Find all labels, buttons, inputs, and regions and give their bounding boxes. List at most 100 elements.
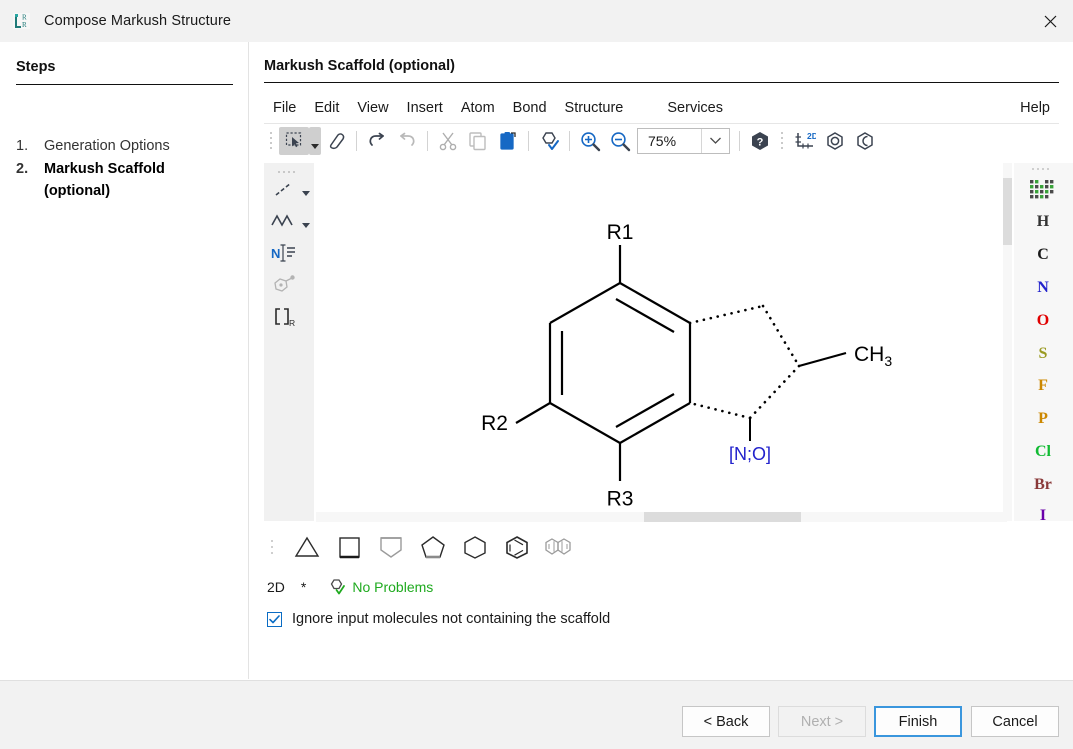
element-h[interactable]: H (1024, 209, 1062, 235)
element-i[interactable]: I (1024, 503, 1062, 529)
step-label-optional: (optional) (44, 180, 165, 202)
step-number: 1. (16, 135, 44, 157)
label-r2: R2 (481, 412, 508, 435)
sidebar-step-markush-scaffold[interactable]: 2. Markush Scaffold (optional) (16, 158, 165, 202)
label-r3: R3 (607, 487, 634, 510)
redo-icon[interactable] (392, 127, 422, 155)
canvas-vertical-scrollbar-thumb[interactable] (1003, 178, 1012, 245)
toolbar-grip[interactable] (266, 130, 276, 152)
canvas-horizontal-scrollbar[interactable] (316, 512, 1007, 522)
title-bar: R R Compose Markush Structure (0, 0, 1073, 42)
check-icon (269, 615, 280, 624)
chevron-down-icon[interactable] (701, 129, 729, 153)
step-label: Markush Scaffold (44, 158, 165, 180)
element-br[interactable]: Br (1024, 472, 1062, 498)
r-group-bracket-icon[interactable]: R (268, 303, 300, 331)
cyclobutane-square-icon[interactable] (328, 530, 370, 564)
window-title: Compose Markush Structure (44, 13, 231, 29)
chain-bond-chevron-down-icon[interactable] (300, 207, 312, 235)
naphthalene-icon[interactable] (538, 530, 580, 564)
menu-atom[interactable]: Atom (452, 97, 504, 119)
toolbar-grip-2[interactable] (777, 130, 787, 152)
select-rectangle-icon[interactable] (279, 127, 309, 155)
ignore-non-matching-option[interactable]: Ignore input molecules not containing th… (267, 608, 610, 630)
menu-services[interactable]: Services (658, 97, 732, 119)
svg-text:2D: 2D (807, 131, 816, 141)
menu-help[interactable]: Help (1011, 97, 1059, 119)
label-n-or-o: [N;O] (729, 444, 771, 464)
element-p[interactable]: P (1024, 406, 1062, 432)
structure-check-icon (328, 579, 346, 595)
steps-divider (16, 84, 233, 85)
element-c[interactable]: C (1024, 242, 1062, 268)
periodic-table-icon[interactable] (1024, 177, 1062, 203)
markush-scaffold-structure[interactable]: R1 R2 R3 CH3 [N;O] (316, 163, 1007, 521)
clean-2d-icon[interactable]: 2D (790, 127, 820, 155)
canvas-horizontal-scrollbar-thumb[interactable] (644, 512, 801, 522)
panel-divider (264, 82, 1059, 83)
eraser-icon[interactable] (321, 127, 351, 155)
cyclopentadiene-pentagon-icon[interactable] (412, 530, 454, 564)
element-palette: H C N O S F P Cl Br I (1014, 163, 1073, 521)
zoom-level-combobox[interactable]: 75% (637, 128, 730, 154)
element-s[interactable]: S (1024, 341, 1062, 367)
element-n[interactable]: N (1024, 275, 1062, 301)
copy-icon[interactable] (463, 127, 493, 155)
zoom-in-icon[interactable] (575, 127, 605, 155)
menu-view[interactable]: View (348, 97, 397, 119)
ignore-input-molecules-checkbox[interactable] (267, 612, 282, 627)
status-modified-indicator: * (301, 579, 306, 595)
ring-template-toolbar (264, 528, 1009, 566)
atom-text-icon[interactable]: N (268, 239, 300, 267)
canvas-vertical-scrollbar[interactable] (1003, 163, 1012, 521)
label-r1: R1 (607, 221, 634, 244)
markush-structure-icon: R R (12, 11, 32, 31)
toolbar-separator (356, 131, 357, 151)
steps-sidebar: Steps 1. Generation Options 2. Markush S… (0, 42, 249, 679)
palette-grip[interactable] (1032, 168, 1056, 174)
element-cl[interactable]: Cl (1024, 439, 1062, 465)
undo-icon[interactable] (362, 127, 392, 155)
structure-tools-palette: N R (264, 163, 314, 521)
chain-bond-icon[interactable] (268, 207, 300, 235)
single-bond-chevron-down-icon[interactable] (300, 175, 312, 203)
page-title: Markush Scaffold (optional) (264, 58, 455, 74)
toolbar-separator (528, 131, 529, 151)
wizard-footer: < Back Next > Finish Cancel (0, 680, 1073, 749)
svg-text:N: N (271, 246, 280, 261)
menu-insert[interactable]: Insert (398, 97, 452, 119)
select-tool-chevron-down-icon[interactable] (309, 127, 321, 155)
aromatize-icon[interactable] (820, 127, 850, 155)
drawing-toolbar: 75% ? 2D (264, 124, 1059, 157)
menu-edit[interactable]: Edit (305, 97, 348, 119)
attachment-point-icon[interactable] (268, 271, 300, 299)
single-bond-icon[interactable] (268, 175, 300, 203)
status-bar: 2D * No Problems (267, 575, 433, 599)
paste-icon[interactable] (493, 127, 523, 155)
menu-bond[interactable]: Bond (504, 97, 556, 119)
dearomatize-icon[interactable] (850, 127, 880, 155)
zoom-out-icon[interactable] (605, 127, 635, 155)
element-f[interactable]: F (1024, 373, 1062, 399)
toolbar-separator (739, 131, 740, 151)
cancel-button[interactable]: Cancel (971, 706, 1059, 737)
svg-text:R: R (289, 318, 295, 328)
back-button[interactable]: < Back (682, 706, 770, 737)
cyclohexane-hexagon-icon[interactable] (454, 530, 496, 564)
paste-structure-check-icon[interactable] (534, 127, 564, 155)
structure-canvas[interactable]: R1 R2 R3 CH3 [N;O] (316, 163, 1007, 521)
benzene-ring-icon[interactable] (496, 530, 538, 564)
menu-structure[interactable]: Structure (556, 97, 633, 119)
ignore-input-molecules-label: Ignore input molecules not containing th… (292, 611, 610, 627)
cyclopropane-triangle-icon[interactable] (286, 530, 328, 564)
template-toolbar-grip[interactable] (266, 536, 278, 558)
finish-button[interactable]: Finish (874, 706, 962, 737)
cyclopentane-house-icon[interactable] (370, 530, 412, 564)
label-methyl: CH3 (854, 343, 892, 369)
sidebar-step-generation-options[interactable]: 1. Generation Options (16, 135, 170, 157)
element-o[interactable]: O (1024, 308, 1062, 334)
help-hexagon-icon[interactable]: ? (745, 127, 775, 155)
menu-file[interactable]: File (264, 97, 305, 119)
close-icon[interactable] (1027, 0, 1073, 42)
cut-icon[interactable] (433, 127, 463, 155)
